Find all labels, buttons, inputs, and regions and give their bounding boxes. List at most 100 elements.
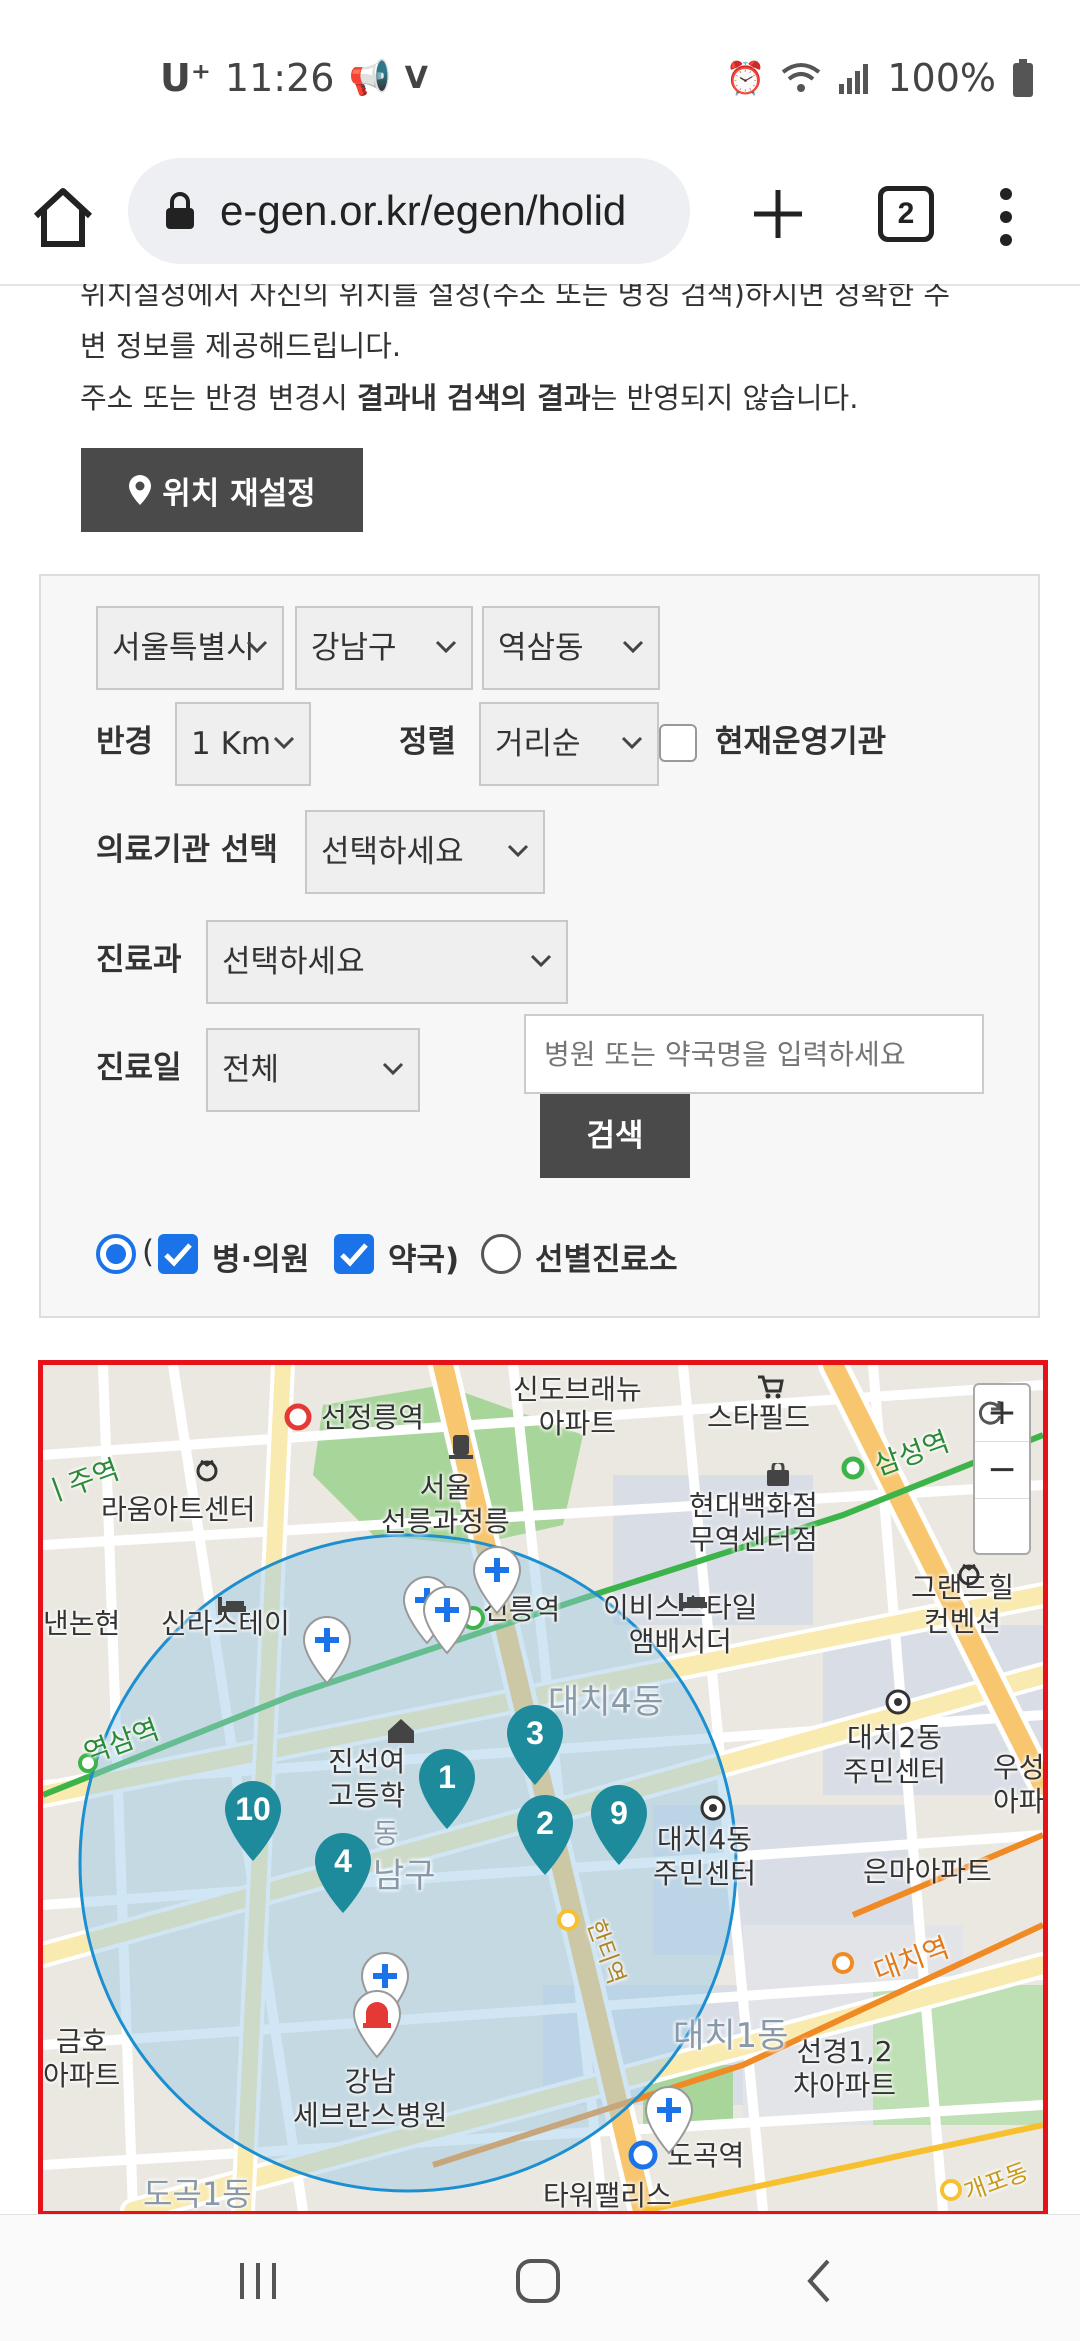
address-bar[interactable]: e-gen.or.kr/egen/holid xyxy=(128,158,690,264)
result-marker-10[interactable]: 10 xyxy=(221,1779,285,1863)
marker-number: 2 xyxy=(536,1805,554,1841)
search-button[interactable]: 검색 xyxy=(540,1094,690,1178)
dong-value: 역삼동 xyxy=(498,630,584,666)
notice-line-3-post: 는 반영되지 않습니다. xyxy=(590,381,859,415)
map-label: 우성 아파 xyxy=(993,1751,1045,1818)
map-label: 강남 세브란스병원 xyxy=(293,2065,448,2132)
sort-select[interactable]: 거리순 xyxy=(479,702,659,786)
map-label: 현대백화점 무역센터점 xyxy=(689,1489,818,1556)
zoom-out-button[interactable]: − xyxy=(975,1442,1029,1499)
screening-radio[interactable] xyxy=(481,1234,521,1274)
location-pin-icon xyxy=(129,475,152,505)
art-center-icon xyxy=(196,1459,218,1482)
treatment-day-select[interactable]: 전체 xyxy=(206,1028,420,1112)
radius-select[interactable]: 1 Km xyxy=(175,702,311,786)
notice-line-1: 위치설정에서 자신의 위치를 설정(주소 또는 명칭 검색)하시면 정확한 주 xyxy=(80,284,951,311)
emergency-marker[interactable] xyxy=(351,1989,403,2059)
operating-checkbox[interactable] xyxy=(659,724,697,762)
checkmark-icon xyxy=(164,1243,192,1267)
category-radio-selected[interactable] xyxy=(96,1234,136,1274)
recent-apps-icon[interactable] xyxy=(228,2251,288,2311)
search-form-panel: 서울특별시 강남구 역삼동 반경 1 Km 정렬 거리순 현재운영기관 의료기관… xyxy=(39,574,1040,1318)
pharmacy-marker[interactable] xyxy=(421,1585,473,1655)
location-reset-label: 위치 재설정 xyxy=(162,475,316,512)
treatment-day-label: 진료일 xyxy=(96,1050,182,1086)
map-label: 대치4동 주민센터 xyxy=(653,1823,757,1890)
chevron-down-icon xyxy=(622,640,644,654)
district-value: 강남구 xyxy=(311,630,397,666)
shopping-icon xyxy=(767,1463,789,1486)
city-value: 서울특별시 xyxy=(112,630,255,666)
pharmacy-checkbox[interactable] xyxy=(334,1234,374,1274)
treatment-day-value: 전체 xyxy=(222,1052,280,1088)
marker-number: 10 xyxy=(235,1791,271,1827)
location-notice: 위치설정에서 자신의 위치를 설정(주소 또는 명칭 검색)하시면 정확한 주 … xyxy=(80,284,1020,424)
facility-value: 선택하세요 xyxy=(321,834,464,870)
department-select[interactable]: 선택하세요 xyxy=(206,920,568,1004)
result-marker-1[interactable]: 1 xyxy=(415,1747,479,1831)
district-select[interactable]: 강남구 xyxy=(295,606,473,690)
map-label: 타워팰리스 xyxy=(543,2179,672,2212)
chevron-down-icon xyxy=(246,640,268,654)
sort-label: 정렬 xyxy=(399,724,457,760)
pharmacy-marker[interactable] xyxy=(643,2085,695,2155)
url-text: e-gen.or.kr/egen/holid xyxy=(220,187,627,234)
map-label: 은마아파트 xyxy=(863,1855,992,1888)
map-label: 선경1,2 차아파트 xyxy=(793,2035,897,2102)
hospital-label: 병·의원 xyxy=(212,1242,310,1278)
search-input[interactable] xyxy=(524,1014,984,1094)
chevron-down-icon xyxy=(621,736,643,750)
status-bar: U⁺ 11:26 📢 V ⏰ 100% xyxy=(0,0,1080,150)
notice-line-2: 변 정보를 제공해드립니다. xyxy=(80,329,402,363)
marker-number: 4 xyxy=(334,1843,352,1879)
battery-percent: 100% xyxy=(887,56,996,100)
open-paren: ( xyxy=(142,1234,155,1270)
location-reset-button[interactable]: 위치 재설정 xyxy=(81,448,363,532)
dong-select[interactable]: 역삼동 xyxy=(482,606,660,690)
marker-number: 1 xyxy=(438,1759,456,1795)
map-label: 대치2동 주민센터 xyxy=(843,1721,947,1788)
home-icon[interactable] xyxy=(30,184,96,250)
hospital-checkbox[interactable] xyxy=(158,1234,198,1274)
pharmacy-label: 약국) xyxy=(388,1242,460,1278)
new-tab-icon[interactable] xyxy=(748,184,808,244)
map-label: 서울 선릉과정릉 xyxy=(381,1471,510,1538)
map-label: 신도브래뉴 아파트 xyxy=(513,1373,642,1440)
map-label: 스타필드 xyxy=(707,1401,811,1434)
refresh-icon[interactable] xyxy=(975,1401,1029,1555)
radio-dot xyxy=(106,1244,126,1264)
notice-line-3-bold: 결과내 검색의 결과 xyxy=(357,381,591,415)
map-zoom-control: + − xyxy=(973,1383,1031,1555)
convention-icon xyxy=(958,1563,980,1586)
status-right: ⏰ 100% xyxy=(726,56,1034,100)
facility-label: 의료기관 선택 xyxy=(96,832,278,868)
chevron-down-icon xyxy=(435,640,457,654)
more-menu-icon[interactable] xyxy=(996,182,1016,252)
home-nav-icon[interactable] xyxy=(508,2251,568,2311)
city-select[interactable]: 서울특별시 xyxy=(96,606,284,690)
marker-number: 9 xyxy=(610,1795,628,1831)
browser-toolbar: e-gen.or.kr/egen/holid 2 xyxy=(0,150,1080,286)
pharmacy-marker[interactable] xyxy=(301,1615,353,1685)
operating-label: 현재운영기관 xyxy=(715,724,887,760)
hotel-icon xyxy=(679,1593,707,1611)
clock: 11:26 xyxy=(224,56,335,100)
map-view[interactable]: 신도브래뉴 아파트 선정릉역 스타필드 삼성역 ㅣ주역 라움아트센터 서울 선릉과정… xyxy=(38,1360,1048,2214)
result-marker-9[interactable]: 9 xyxy=(587,1783,651,1867)
lock-icon xyxy=(166,192,194,229)
result-marker-4[interactable]: 4 xyxy=(311,1831,375,1915)
map-label: 낸논현 xyxy=(43,1607,121,1640)
hotel-icon xyxy=(218,1597,246,1615)
result-marker-2[interactable]: 2 xyxy=(513,1793,577,1877)
facility-select[interactable]: 선택하세요 xyxy=(305,810,545,894)
tab-switcher-button[interactable]: 2 xyxy=(878,186,934,242)
battery-icon xyxy=(1013,59,1033,97)
pharmacy-marker[interactable] xyxy=(471,1545,523,1615)
back-icon[interactable] xyxy=(790,2251,850,2311)
result-marker-3[interactable]: 3 xyxy=(503,1703,567,1787)
status-left: U⁺ 11:26 📢 V xyxy=(160,56,428,100)
school-icon xyxy=(388,1719,414,1743)
notice-line-3-pre: 주소 또는 반경 변경시 xyxy=(80,381,357,415)
android-nav-bar xyxy=(0,2214,1080,2341)
screening-label: 선별진료소 xyxy=(535,1242,678,1278)
